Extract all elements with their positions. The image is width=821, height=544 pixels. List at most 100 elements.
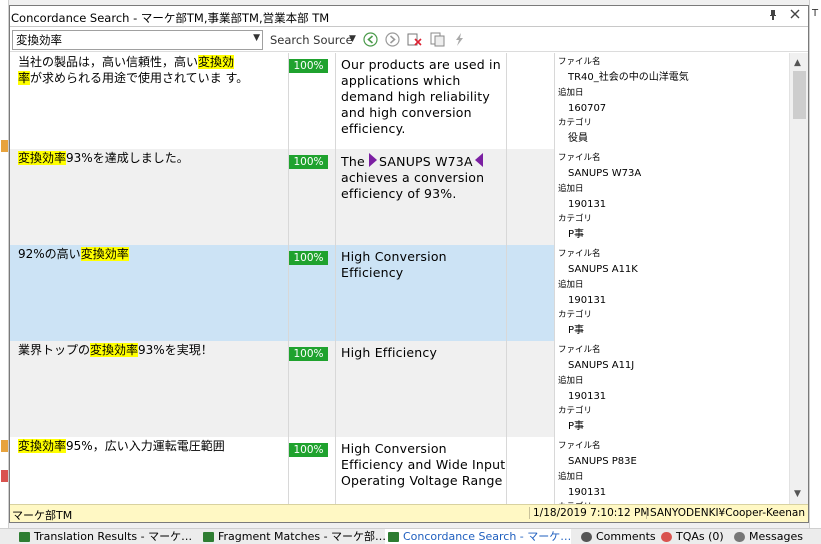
right-app-strip: T: [809, 0, 821, 528]
metadata-key: カテゴリ: [558, 406, 593, 417]
tab-label: Concordance Search - マーケ…: [403, 530, 572, 543]
metadata-value: 190131: [568, 486, 607, 498]
status-user: SANYODENKI¥Cooper-Keenan: [646, 507, 805, 519]
scroll-down-icon[interactable]: ▼: [794, 489, 801, 499]
forward-icon[interactable]: [385, 32, 400, 47]
status-timestamp: 1/18/2019 7:10:12 PM: [529, 507, 649, 519]
messages-icon: [734, 532, 745, 542]
metadata-value: SANUPS A11K: [568, 264, 638, 276]
metadata-value: 190131: [568, 198, 607, 210]
search-toolbar: ▼ Search Source ▼: [10, 28, 808, 52]
table-row[interactable]: 当社の製品は，高い信頼性，高い変換効 率が求められる用途で使用されていま す。 10…: [10, 53, 789, 149]
panel-title-bar: Concordance Search - マーケ部TM,事業部TM,営業本部 T…: [10, 6, 808, 27]
match-percent-badge: 100%: [289, 59, 328, 73]
match-percent-badge: 100%: [289, 347, 328, 361]
metadata-value: P事: [568, 325, 585, 337]
search-term-highlight: 変換効: [198, 55, 235, 69]
target-segment: High Efficiency: [341, 345, 511, 361]
comments-icon: [581, 532, 592, 542]
metadata-key: ファイル名: [558, 345, 601, 355]
translation-results-icon: [19, 532, 30, 542]
tab-comments[interactable]: Comments: [578, 529, 656, 544]
tab-label: Fragment Matches - マーケ部…: [218, 530, 387, 543]
column-divider: [506, 437, 507, 504]
source-text: 93%を達成しました。: [66, 151, 189, 165]
metadata-value: 190131: [568, 390, 607, 402]
tab-translation-results[interactable]: Translation Results - マーケ…: [16, 529, 192, 544]
metadata-value: 160707: [568, 102, 607, 114]
search-input[interactable]: [16, 33, 244, 47]
target-text: The: [341, 154, 370, 169]
segment-metadata: ファイル名 TR40_社会の中の山洋電気 追加日 160707 カテゴリ 役員: [558, 55, 788, 147]
tab-concordance-search[interactable]: Concordance Search - マーケ…: [385, 529, 572, 544]
metadata-key: 追加日: [558, 375, 584, 386]
source-segment: 92%の高い変換効率: [18, 246, 280, 262]
left-marker-icon: [1, 140, 8, 152]
source-text: 92%の高い: [18, 247, 81, 261]
copy-icon[interactable]: [430, 32, 445, 47]
search-term-highlight: 変換効率: [80, 247, 129, 261]
metadata-key: カテゴリ: [558, 310, 593, 321]
tab-label: Comments: [596, 530, 656, 543]
concordance-search-panel: Concordance Search - マーケ部TM,事業部TM,営業本部 T…: [9, 5, 809, 523]
search-mode-label[interactable]: Search Source: [270, 33, 353, 47]
metadata-value: SANUPS P83E: [568, 456, 637, 468]
metadata-key: 追加日: [558, 87, 584, 98]
column-divider: [506, 149, 507, 245]
metadata-value: SANUPS A11J: [568, 360, 635, 372]
left-app-strip: [0, 0, 9, 528]
table-row[interactable]: 変換効率93%を達成しました。 100% The SANUPS W73A achie…: [10, 149, 789, 245]
table-row[interactable]: 業界トップの変換効率93%を実現！ 100% High Efficiency ファイル…: [10, 341, 789, 437]
target-text: Our products are used in applications wh…: [341, 57, 501, 136]
tag-close-icon: [474, 153, 483, 167]
metadata-key: ファイル名: [558, 249, 601, 259]
table-row[interactable]: 92%の高い変換効率 100% High Conversion Efficiency…: [10, 245, 789, 341]
target-text: High Conversion Efficiency and Wide Inpu…: [341, 441, 506, 488]
tag-open-icon: [369, 153, 378, 167]
clear-icon[interactable]: [407, 32, 422, 47]
status-tm-name: マーケ部TM: [12, 509, 73, 522]
target-segment: High Conversion Efficiency and Wide Inpu…: [341, 441, 511, 489]
status-bar: マーケ部TM 1/18/2019 7:10:12 PM SANYODENKI¥C…: [10, 504, 808, 522]
match-percent-badge: 100%: [289, 251, 328, 265]
column-divider: [506, 245, 507, 341]
metadata-value: 190131: [568, 294, 607, 306]
metadata-value: SANUPS W73A: [568, 168, 642, 180]
column-divider: [506, 341, 507, 437]
chevron-down-icon[interactable]: ▼: [253, 33, 260, 43]
target-text: High Efficiency: [341, 345, 438, 360]
metadata-value: P事: [568, 421, 585, 433]
column-divider: [506, 53, 507, 149]
tab-tqa[interactable]: TQAs (0): [658, 529, 724, 544]
tagged-text: SANUPS W73A: [379, 154, 473, 169]
segment-metadata: ファイル名 SANUPS W73A 追加日 190131 カテゴリ P事: [558, 151, 788, 243]
right-strip-text: T: [812, 8, 819, 19]
lightning-icon[interactable]: [452, 32, 467, 47]
close-icon[interactable]: [790, 8, 800, 23]
metadata-key: 追加日: [558, 471, 584, 482]
metadata-key: ファイル名: [558, 57, 601, 67]
results-grid: 当社の製品は，高い信頼性，高い変換効 率が求められる用途で使用されていま す。 10…: [10, 53, 789, 504]
tab-label: Messages: [749, 530, 803, 543]
tab-fragment-matches[interactable]: Fragment Matches - マーケ部…: [200, 529, 386, 544]
bottom-tab-bar: Translation Results - マーケ… Fragment Match…: [0, 528, 821, 544]
vertical-scrollbar[interactable]: ▲ ▼: [789, 53, 808, 504]
metadata-key: カテゴリ: [558, 118, 593, 129]
scroll-thumb[interactable]: [793, 71, 806, 119]
metadata-key: 追加日: [558, 279, 584, 290]
tab-messages[interactable]: Messages: [731, 529, 803, 544]
left-marker-icon: [1, 470, 8, 482]
scroll-up-icon[interactable]: ▲: [794, 58, 801, 68]
target-segment: High Conversion Efficiency: [341, 249, 511, 281]
source-segment: 当社の製品は，高い信頼性，高い変換効 率が求められる用途で使用されていま す。: [18, 54, 280, 86]
search-combobox[interactable]: ▼: [12, 30, 263, 50]
tab-label: Translation Results - マーケ…: [34, 530, 193, 543]
metadata-value: TR40_社会の中の山洋電気: [568, 72, 689, 84]
back-icon[interactable]: [363, 32, 378, 47]
table-row[interactable]: 変換効率95%，広い入力運転電圧範囲 100% High Conversion Ef…: [10, 437, 789, 504]
source-segment: 業界トップの変換効率93%を実現！: [18, 342, 280, 358]
pin-icon[interactable]: [768, 9, 778, 24]
chevron-down-icon[interactable]: ▼: [349, 34, 356, 44]
search-term-highlight: 変換効率: [18, 151, 67, 165]
metadata-key: カテゴリ: [558, 214, 593, 225]
